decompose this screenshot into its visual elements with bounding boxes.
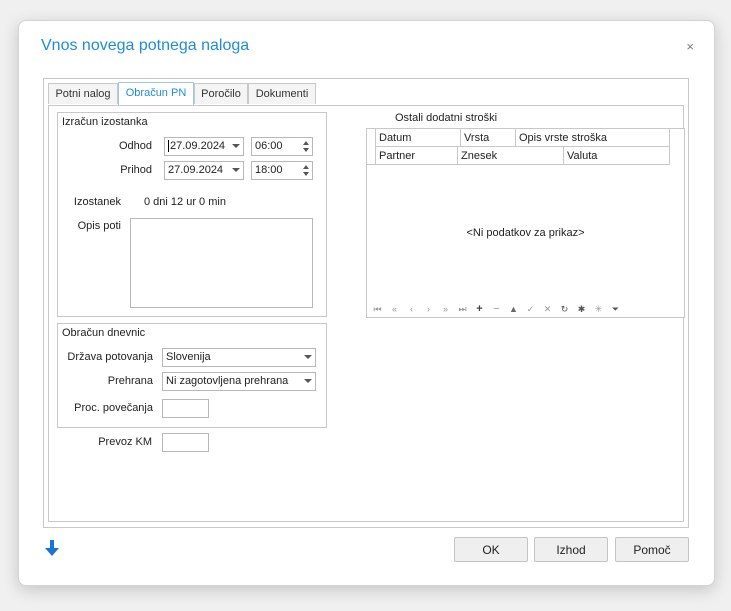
- close-icon[interactable]: ×: [686, 39, 694, 54]
- filter-icon[interactable]: ⏷: [607, 304, 624, 315]
- tab-potni-nalog[interactable]: Potni nalog: [48, 83, 118, 104]
- dialog-title: Vnos novega potnega naloga: [41, 37, 250, 54]
- stroski-title: Ostali dodatni stroški: [395, 112, 498, 124]
- chevron-down-icon[interactable]: [304, 355, 312, 359]
- column-header-znesek[interactable]: Znesek: [458, 147, 564, 165]
- first-icon[interactable]: ⏮: [369, 304, 386, 315]
- izostanek-label: Izostanek: [73, 196, 121, 208]
- prihod-time-value: 18:00: [255, 164, 283, 176]
- odhod-date-value: 27.09.2024: [170, 140, 226, 152]
- grid-navigator: ⏮ «‹ ›» ⏭ + − ▲ ✓ ✕ ↻ ✱ ✳ ⏷: [369, 301, 624, 315]
- cancel-icon[interactable]: ✕: [539, 304, 556, 315]
- arrow-down-icon[interactable]: [45, 539, 59, 557]
- prev-icon[interactable]: ‹: [403, 304, 420, 314]
- group-label-izracun: Izračun izostanka: [62, 116, 148, 128]
- prihod-date-value: 27.09.2024: [168, 164, 224, 176]
- tab-dokumenti[interactable]: Dokumenti: [248, 83, 316, 104]
- goto-bookmark-icon[interactable]: ✳: [590, 304, 607, 315]
- povecanja-input[interactable]: [162, 399, 209, 418]
- main-frame: Potni nalog Obračun PN Poročilo Dokument…: [43, 78, 689, 528]
- chevron-down-icon[interactable]: [304, 379, 312, 383]
- chevron-down-icon[interactable]: [232, 144, 240, 148]
- next-icon[interactable]: ›: [420, 304, 437, 314]
- delete-icon[interactable]: −: [488, 303, 505, 315]
- tab-porocilo[interactable]: Poročilo: [194, 83, 248, 104]
- prehrana-select[interactable]: Ni zagotovljena prehrana: [162, 372, 316, 391]
- spin-up-icon[interactable]: [303, 165, 309, 169]
- prevoz-km-label: Prevoz KM: [98, 436, 152, 448]
- povecanja-label: Proc. povečanja: [74, 402, 153, 414]
- column-header-vrsta[interactable]: Vrsta: [461, 129, 516, 147]
- refresh-icon[interactable]: ↻: [556, 304, 573, 315]
- prehrana-label: Prehrana: [107, 375, 153, 387]
- save-icon[interactable]: ✓: [522, 304, 539, 315]
- izhod-button[interactable]: Izhod: [534, 537, 608, 562]
- prihod-label: Prihod: [120, 164, 152, 176]
- empty-grid-message: <Ni podatkov za prikaz>: [466, 227, 585, 239]
- odhod-date-input[interactable]: 27.09.2024: [164, 137, 244, 156]
- column-header-datum[interactable]: Datum: [376, 129, 461, 147]
- row-indicator-column: [367, 129, 376, 165]
- group-obracun-dnevnic: Obračun dnevnic Država potovanja Sloveni…: [57, 323, 327, 428]
- prevoz-km-input[interactable]: [162, 433, 209, 452]
- spin-down-icon[interactable]: [303, 148, 309, 152]
- opis-poti-label: Opis poti: [77, 220, 121, 232]
- group-label-dnevnice: Obračun dnevnic: [62, 327, 146, 339]
- column-header-valuta[interactable]: Valuta: [564, 147, 670, 165]
- bookmark-icon[interactable]: ✱: [573, 304, 590, 315]
- izostanek-value: 0 dni 12 ur 0 min: [144, 196, 226, 208]
- stroski-grid[interactable]: Datum Vrsta Opis vrste stroška Partner Z…: [366, 128, 685, 318]
- tab-panel-obracun: Izračun izostanka Odhod 27.09.2024 06:00…: [48, 105, 685, 522]
- drzava-select[interactable]: Slovenija: [162, 348, 316, 367]
- pomoc-button[interactable]: Pomoč: [615, 537, 689, 562]
- drzava-value: Slovenija: [166, 351, 211, 363]
- column-header-opis[interactable]: Opis vrste stroška: [516, 129, 670, 147]
- ok-button[interactable]: OK: [454, 537, 528, 562]
- prihod-date-input[interactable]: 27.09.2024: [164, 161, 244, 180]
- drzava-label: Država potovanja: [67, 351, 153, 363]
- dialog: Vnos novega potnega naloga × Potni nalog…: [18, 20, 715, 586]
- odhod-label: Odhod: [118, 140, 152, 152]
- tab-obracun-pn[interactable]: Obračun PN: [118, 82, 194, 105]
- column-header-partner[interactable]: Partner: [376, 147, 458, 165]
- text-caret: [168, 140, 169, 153]
- odhod-time-value: 06:00: [255, 140, 283, 152]
- odhod-time-input[interactable]: 06:00: [251, 137, 313, 156]
- prev-page-icon[interactable]: «: [386, 304, 403, 314]
- chevron-down-icon[interactable]: [232, 168, 240, 172]
- prihod-time-input[interactable]: 18:00: [251, 161, 313, 180]
- append-icon[interactable]: +: [471, 303, 488, 315]
- prehrana-value: Ni zagotovljena prehrana: [166, 375, 289, 387]
- spin-up-icon[interactable]: [303, 141, 309, 145]
- group-izracun-izostanka: Izračun izostanka Odhod 27.09.2024 06:00…: [57, 112, 327, 317]
- next-page-icon[interactable]: »: [437, 304, 454, 314]
- opis-poti-textarea[interactable]: [130, 218, 313, 308]
- last-icon[interactable]: ⏭: [454, 304, 471, 315]
- spin-down-icon[interactable]: [303, 172, 309, 176]
- edit-icon[interactable]: ▲: [505, 304, 522, 314]
